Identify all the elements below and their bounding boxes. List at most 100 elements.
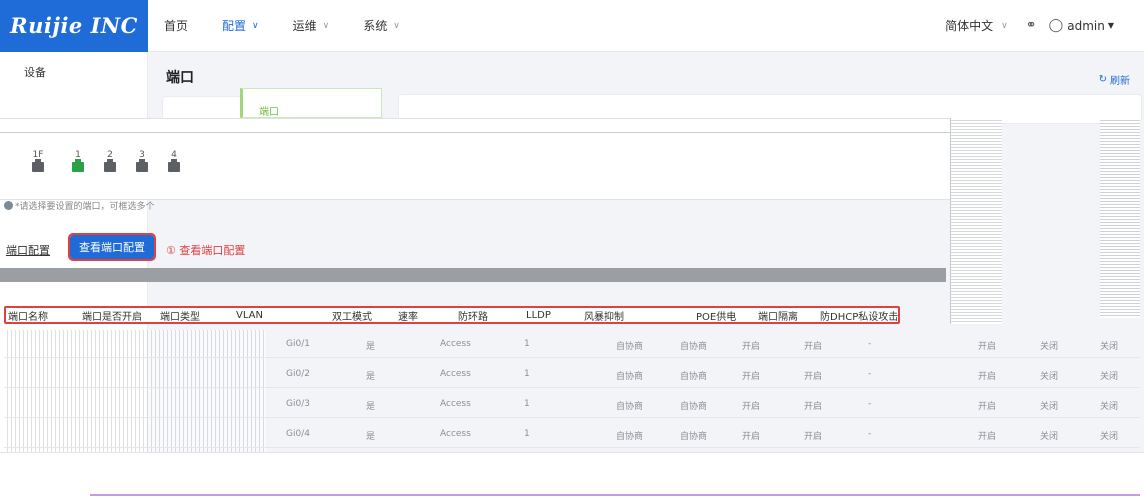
cell: 关闭 [1100, 432, 1119, 442]
nav-label: 运维 [292, 19, 317, 33]
page-title: 端口 [166, 70, 194, 86]
hint-text: *请选择要设置的端口，可框选多个 [15, 202, 155, 212]
cell: 关闭 [1040, 342, 1059, 352]
cell-vlan: 1 [524, 429, 530, 439]
cell-enabled: 是 [366, 432, 376, 442]
cell: 关闭 [1040, 432, 1059, 442]
col-header: 端口名称 [8, 311, 48, 323]
refresh-button[interactable]: ↻ 刷新 [1099, 72, 1130, 87]
ethernet-port-icon [72, 159, 84, 172]
nav-system[interactable]: 系统 ∨ [363, 17, 400, 34]
ethernet-port-icon [104, 159, 116, 172]
cell: 开启 [804, 432, 823, 442]
cell: 开启 [804, 372, 823, 382]
cell: 开启 [978, 432, 997, 442]
ethernet-port-icon [32, 159, 44, 172]
col-header: 防环路 [458, 311, 488, 323]
language-label: 简体中文 [945, 19, 994, 33]
col-header: VLAN [236, 309, 263, 321]
cell: 开启 [804, 342, 823, 352]
scroll-region [950, 118, 1002, 324]
cell: 开启 [742, 432, 761, 442]
info-icon [4, 201, 13, 210]
cell: - [868, 339, 872, 349]
port-2[interactable]: 2 [102, 150, 118, 172]
cell-vlan: 1 [524, 339, 530, 349]
caret-down-icon: ▼ [1107, 21, 1114, 30]
cell-type: Access [440, 429, 471, 439]
user-menu[interactable]: ◯ admin ▼ [1049, 18, 1114, 33]
cell-vlan: 1 [524, 399, 530, 409]
cell: 开启 [742, 342, 761, 352]
cell: 开启 [742, 372, 761, 382]
port-1[interactable]: 1 [70, 150, 86, 172]
language-selector[interactable]: 简体中文 ∨ [945, 17, 1008, 34]
nav-home[interactable]: 首页 [164, 17, 188, 34]
cell-enabled: 是 [366, 402, 376, 412]
ethernet-port-icon [136, 159, 148, 172]
cell: 开启 [978, 342, 997, 352]
cell: 自协商 [680, 402, 708, 412]
ethernet-port-icon [168, 159, 180, 172]
port-list: 1F 1 2 3 4 [30, 150, 198, 172]
col-header: 双工模式 [332, 311, 372, 323]
nav-maintenance[interactable]: 运维 ∨ [293, 17, 330, 34]
chevron-down-icon: ∨ [393, 20, 400, 31]
refresh-label: 刷新 [1110, 76, 1130, 87]
cell-enabled: 是 [366, 372, 376, 382]
footer-scrollbar[interactable] [90, 494, 1140, 496]
table-header: 端口名称 端口是否开启 端口类型 VLAN 双工模式 速率 防环路 LLDP 风… [4, 306, 900, 324]
cell-port-name: Gi0/4 [286, 429, 310, 439]
cell-type: Access [440, 399, 471, 409]
panel-divider [0, 132, 950, 134]
refresh-icon: ↻ [1098, 74, 1107, 85]
cell: 开启 [978, 372, 997, 382]
port-config-button[interactable]: 端口配置 [6, 242, 50, 258]
col-header: LLDP [526, 309, 551, 321]
logo[interactable]: Ruijie INC [0, 0, 148, 52]
col-header: 风暴抑制 [584, 311, 624, 323]
table-row[interactable]: Gi0/1 是 Access 1 自协商 自协商 开启 开启 - 开启 关闭 关… [4, 330, 1140, 358]
toolbar-strip [0, 268, 946, 282]
user-name: admin [1067, 18, 1105, 33]
cell: 开启 [978, 402, 997, 412]
cell: 自协商 [616, 402, 644, 412]
sidebar-item-device[interactable]: 设备 [0, 52, 147, 80]
cell: 自协商 [680, 432, 708, 442]
port-3[interactable]: 3 [134, 150, 150, 172]
col-header: 端口隔离 [758, 311, 798, 323]
col-header: 防DHCP私设攻击 [820, 311, 899, 323]
tab-port[interactable]: 端口 [240, 88, 382, 118]
col-header: POE供电 [696, 311, 737, 323]
cell: 开启 [804, 402, 823, 412]
view-port-config-button[interactable]: 查看端口配置 [68, 233, 156, 261]
cell: 关闭 [1100, 342, 1119, 352]
nav-label: 首页 [164, 19, 189, 33]
headset-icon[interactable]: ⚭ [1026, 18, 1037, 33]
chevron-down-icon: ∨ [252, 20, 259, 31]
cell: 自协商 [616, 372, 644, 382]
cell: - [868, 369, 872, 379]
cell-type: Access [440, 369, 471, 379]
port-4[interactable]: 4 [166, 150, 182, 172]
cell: - [868, 399, 872, 409]
table-row[interactable]: Gi0/3 是 Access 1 自协商 自协商 开启 开启 - 开启 关闭 关… [4, 390, 1140, 418]
cell: 自协商 [680, 342, 708, 352]
user-icon: ◯ [1048, 18, 1064, 33]
table-row[interactable]: Gi0/4 是 Access 1 自协商 自协商 开启 开启 - 开启 关闭 关… [4, 420, 1140, 448]
table-row[interactable]: Gi0/2 是 Access 1 自协商 自协商 开启 开启 - 开启 关闭 关… [4, 360, 1140, 388]
cell: 自协商 [616, 342, 644, 352]
cell: 关闭 [1040, 402, 1059, 412]
cell-type: Access [440, 339, 471, 349]
nav-label: 配置 [222, 19, 247, 33]
port-1f[interactable]: 1F [30, 150, 46, 172]
cell: 自协商 [616, 432, 644, 442]
cell-port-name: Gi0/2 [286, 369, 310, 379]
top-right-tools: 简体中文 ∨ ⚭ ◯ admin ▼ [945, 17, 1144, 34]
col-header: 端口类型 [160, 311, 200, 323]
footer-region [0, 452, 1144, 504]
cell-vlan: 1 [524, 369, 530, 379]
nav-config[interactable]: 配置 ∨ [222, 17, 259, 34]
cell: 开启 [742, 402, 761, 412]
nav-label: 系统 [363, 19, 388, 33]
